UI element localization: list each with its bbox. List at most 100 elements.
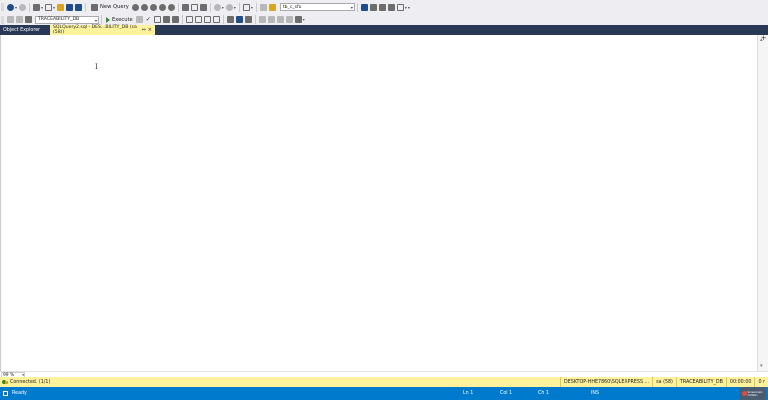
- chevron-down-icon[interactable]: ▾: [251, 5, 253, 10]
- query-designer-icon[interactable]: [162, 16, 170, 23]
- save-icon[interactable]: [66, 3, 74, 11]
- specify-template-values-icon[interactable]: [294, 16, 302, 23]
- change-connection-icon[interactable]: [25, 16, 32, 23]
- database-engine-query-icon[interactable]: [131, 3, 139, 11]
- increase-indent-icon[interactable]: [285, 16, 293, 23]
- chevron-down-icon: ▾: [350, 5, 353, 10]
- decrease-indent-icon[interactable]: [276, 16, 284, 23]
- properties-icon[interactable]: [360, 3, 368, 11]
- wrench-icon[interactable]: [369, 3, 377, 11]
- comment-lines-icon[interactable]: [258, 16, 266, 23]
- status-ready: Ready: [3, 391, 27, 396]
- toolbar-separator: [238, 2, 240, 12]
- back-icon[interactable]: [7, 3, 14, 11]
- pin-icon[interactable]: ⇔: [142, 27, 146, 33]
- line-number: Ln 1: [463, 391, 474, 396]
- open-folder-icon[interactable]: [57, 3, 65, 11]
- chevron-down-icon[interactable]: ▾: [234, 5, 236, 10]
- intellisense-icon[interactable]: [185, 16, 193, 23]
- query-options-icon[interactable]: [171, 16, 179, 23]
- row-count: 0 r: [754, 377, 768, 387]
- tab-object-explorer-label: Object Explorer: [3, 27, 41, 33]
- uncomment-lines-icon[interactable]: [267, 16, 275, 23]
- execute-label: Execute: [112, 16, 133, 23]
- solution-configuration-combo[interactable]: tb_c_sfo ▾: [279, 3, 355, 11]
- document-tab-bar: Object Explorer SQLQuery2.sql - DES...BI…: [0, 25, 768, 35]
- new-query-icon: [91, 3, 99, 11]
- toolbar-grip[interactable]: [1, 3, 4, 11]
- toolbar-separator: [356, 2, 358, 12]
- toolbar-overflow-icon[interactable]: ▾: [303, 17, 305, 22]
- cut-icon[interactable]: [181, 3, 189, 11]
- toolbar-overflow-icon[interactable]: ▾: [408, 5, 410, 10]
- screencast-logo-icon: [741, 391, 747, 396]
- connection-status: Connected. (1/1): [10, 379, 51, 385]
- toolbox-icon[interactable]: [387, 3, 395, 11]
- disconnect-icon[interactable]: [16, 16, 23, 23]
- save-all-icon[interactable]: [75, 3, 83, 11]
- display-estimated-plan-icon[interactable]: [153, 16, 161, 23]
- toolbar-separator: [85, 2, 87, 12]
- undo-icon[interactable]: [213, 3, 221, 11]
- chevron-down-icon[interactable]: ▾: [222, 5, 224, 10]
- new-query-button[interactable]: New Query: [88, 2, 131, 12]
- connect-icon[interactable]: [7, 16, 14, 23]
- paste-icon[interactable]: [199, 3, 207, 11]
- database-name: TRACEABILITY_DB: [675, 377, 726, 387]
- redo-icon[interactable]: [225, 3, 233, 11]
- vertical-scrollbar[interactable]: + ▴ ▾: [757, 35, 768, 371]
- results-to-file-icon[interactable]: [244, 16, 252, 23]
- toolbox-icon[interactable]: [378, 3, 386, 11]
- window-layout-icon[interactable]: [396, 3, 404, 11]
- chevron-down-icon[interactable]: ▾: [53, 5, 55, 10]
- user-name: sa (58): [652, 377, 676, 387]
- chevron-down-icon[interactable]: ▾: [41, 5, 43, 10]
- scroll-up-icon[interactable]: ▴: [760, 37, 763, 43]
- toolbar-grip[interactable]: [1, 15, 4, 24]
- query-info-bar: Connected. (1/1) DESKTOP-HHE7860\SQLEXPR…: [0, 377, 768, 387]
- solution-configuration-value: tb_c_sfo: [282, 4, 302, 10]
- available-databases-combo[interactable]: TRACEABILITY_DB ▾: [35, 15, 99, 24]
- close-tab-icon[interactable]: ×: [148, 27, 152, 33]
- tab-sql-query[interactable]: SQLQuery2.sql - DES...BILITY_DB (sa (58)…: [50, 25, 155, 35]
- analysis-services-dmx-icon[interactable]: [149, 3, 157, 11]
- live-query-statistics-icon[interactable]: [203, 16, 211, 23]
- toolbar-separator: [101, 15, 102, 24]
- forward-icon[interactable]: [19, 3, 27, 11]
- include-actual-plan-icon[interactable]: [194, 16, 202, 23]
- toolbar-separator: [255, 2, 257, 12]
- scroll-down-icon[interactable]: ▾: [760, 363, 763, 369]
- connection-details: DESKTOP-HHE7860\SQLEXPRESS ... sa (58) T…: [560, 377, 768, 387]
- new-file-icon[interactable]: [45, 3, 53, 11]
- query-editor[interactable]: I: [0, 35, 757, 371]
- sql-editor-toolbar: TRACEABILITY_DB ▾ Execute ✓ ▾: [0, 14, 768, 25]
- navigate-icon[interactable]: [242, 3, 250, 11]
- character-number: Ch 1: [538, 391, 549, 396]
- elapsed-time: 00:00:00: [725, 377, 755, 387]
- connected-icon: [2, 379, 8, 385]
- tab-object-explorer[interactable]: Object Explorer: [0, 25, 50, 35]
- analysis-services-xmla-icon[interactable]: [158, 3, 166, 11]
- analysis-services-mdx-icon[interactable]: [140, 3, 148, 11]
- available-databases-value: TRACEABILITY_DB: [38, 17, 80, 22]
- cancel-query-icon[interactable]: [135, 16, 143, 23]
- toolbar-separator: [222, 15, 224, 24]
- chevron-down-icon[interactable]: ▾: [405, 5, 407, 10]
- execute-button[interactable]: Execute: [104, 15, 135, 25]
- chevron-down-icon[interactable]: ▾: [15, 5, 17, 10]
- find-icon[interactable]: [259, 3, 267, 11]
- status-bar: Ready Ln 1 Col 1 Ch 1 INS Screencast-O-M…: [0, 387, 768, 400]
- watermark-text: Screencast-O-Matic: [747, 390, 763, 397]
- new-project-icon[interactable]: [33, 3, 41, 11]
- find-in-files-icon[interactable]: [268, 3, 276, 11]
- analysis-services-dax-icon[interactable]: [167, 3, 175, 11]
- results-to-grid-icon[interactable]: [235, 16, 243, 23]
- status-ready-label: Ready: [12, 391, 27, 396]
- results-to-text-icon[interactable]: [226, 16, 234, 23]
- parse-check-icon[interactable]: ✓: [146, 16, 151, 23]
- toolbar-separator: [181, 15, 183, 24]
- server-name: DESKTOP-HHE7860\SQLEXPRESS ...: [560, 377, 652, 387]
- copy-icon[interactable]: [190, 3, 198, 11]
- client-statistics-icon[interactable]: [212, 16, 220, 23]
- text-cursor-icon: I: [95, 63, 98, 71]
